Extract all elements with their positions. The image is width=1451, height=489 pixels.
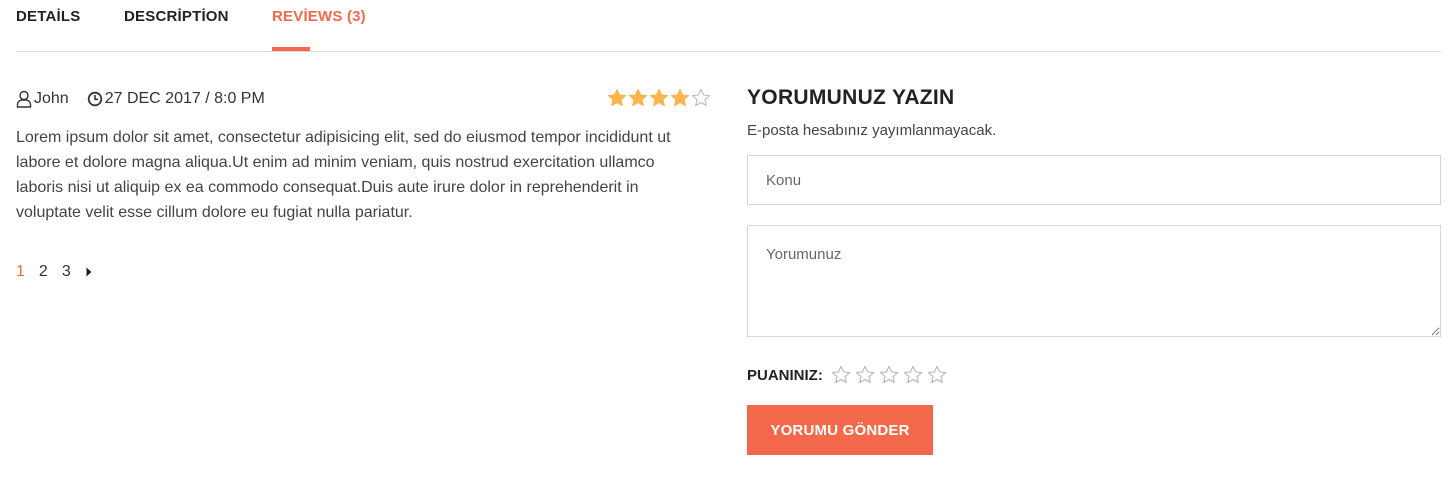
rating-star-icon[interactable] [903, 365, 925, 385]
star-filled-icon [649, 88, 670, 108]
star-empty-icon [691, 88, 712, 108]
tab-description[interactable]: DESCRİPTİON [124, 8, 229, 25]
clock-icon [87, 90, 103, 108]
tab-bar: DETAİLS DESCRİPTİON REVİEWS (3) [16, 0, 1441, 52]
review-item: John 27 DEC 2017 / 8:0 PM Lorem ipsum do… [16, 88, 712, 225]
page-link[interactable]: 1 [16, 263, 25, 281]
rating-row: PUANINIZ: [747, 365, 1441, 385]
review-meta: John 27 DEC 2017 / 8:0 PM [16, 88, 712, 110]
subject-input[interactable] [747, 155, 1441, 205]
rating-label: PUANINIZ: [747, 366, 823, 384]
form-title: YORUMUNUZ YAZIN [747, 86, 955, 109]
rating-star-icon[interactable] [831, 365, 853, 385]
star-filled-icon [628, 88, 649, 108]
rating-input [831, 365, 951, 385]
pagination: 1 2 3 [16, 263, 93, 281]
next-page-icon[interactable] [85, 265, 93, 279]
rating-star-icon[interactable] [855, 365, 877, 385]
rating-star-icon[interactable] [879, 365, 901, 385]
comment-textarea[interactable] [747, 225, 1441, 337]
page-link[interactable]: 3 [62, 263, 71, 281]
review-author: John [34, 90, 69, 107]
star-filled-icon [670, 88, 691, 108]
star-filled-icon [607, 88, 628, 108]
tab-details[interactable]: DETAİLS [16, 8, 80, 25]
page-link[interactable]: 2 [39, 263, 48, 281]
review-rating [607, 88, 712, 108]
rating-star-icon[interactable] [927, 365, 949, 385]
form-note: E-posta hesabınız yayımlanmayacak. [747, 122, 997, 139]
submit-review-button[interactable]: YORUMU GÖNDER [747, 405, 933, 455]
tab-reviews[interactable]: REVİEWS (3) [272, 8, 366, 25]
review-text: Lorem ipsum dolor sit amet, consectetur … [16, 129, 671, 221]
review-form: YORUMUNUZ YAZIN E-posta hesabınız yayıml… [747, 86, 1441, 455]
user-icon [16, 90, 32, 108]
active-tab-indicator [272, 47, 310, 51]
review-date: 27 DEC 2017 / 8:0 PM [104, 90, 265, 107]
